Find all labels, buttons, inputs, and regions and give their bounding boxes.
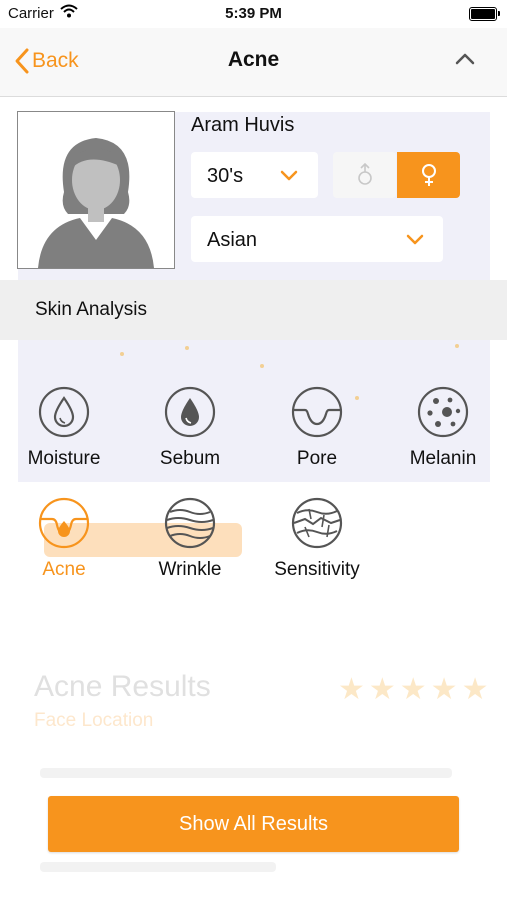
analysis-item-label: Wrinkle xyxy=(158,559,222,580)
show-all-results-button[interactable]: Show All Results xyxy=(48,796,459,852)
skin-analysis-title: Skin Analysis xyxy=(35,299,147,320)
pore-icon xyxy=(291,386,343,438)
acne-icon xyxy=(38,497,90,549)
analysis-item-moisture[interactable]: Moisture xyxy=(4,386,124,486)
background-results-subtitle: Face Location xyxy=(34,710,154,731)
female-toggle[interactable] xyxy=(397,152,460,198)
ethnicity-dropdown[interactable]: Asian xyxy=(191,216,443,262)
chevron-down-icon xyxy=(406,234,424,245)
ethnicity-value: Asian xyxy=(207,229,258,251)
background-rating-stars: ★★★★★ xyxy=(338,673,493,706)
person-silhouette-icon xyxy=(38,138,154,268)
wrinkle-icon xyxy=(164,497,216,549)
age-dropdown[interactable]: 30's xyxy=(191,152,318,198)
analysis-item-label: Acne xyxy=(42,559,86,580)
page-title: Acne xyxy=(227,48,280,71)
sparkle-dot xyxy=(455,344,459,348)
analysis-item-pore[interactable]: Pore xyxy=(257,386,377,486)
male-icon xyxy=(358,163,372,185)
analysis-item-wrinkle[interactable]: Wrinkle xyxy=(130,497,250,597)
analysis-item-label: Moisture xyxy=(27,448,101,469)
analysis-item-label: Melanin xyxy=(409,448,477,469)
status-time: 5:39 PM xyxy=(225,5,282,22)
sparkle-dot xyxy=(120,352,124,356)
male-toggle[interactable] xyxy=(333,152,396,198)
analysis-item-acne[interactable]: Acne xyxy=(4,497,124,597)
user-name: Aram Huvis xyxy=(191,114,295,136)
background-results-title: Acne Results xyxy=(34,670,211,703)
analysis-item-label: Pore xyxy=(296,448,338,469)
status-bar: Carrier 5:39 PM xyxy=(0,0,507,28)
female-icon xyxy=(422,164,436,186)
moisture-icon xyxy=(38,386,90,438)
battery-icon xyxy=(469,7,500,21)
background-text-line xyxy=(40,862,276,872)
skin-analysis-header: Skin Analysis xyxy=(0,280,507,340)
avatar[interactable] xyxy=(17,111,175,269)
analysis-item-sebum[interactable]: Sebum xyxy=(130,386,250,486)
sparkle-dot xyxy=(260,364,264,368)
analysis-item-label: Sebum xyxy=(159,448,221,469)
chevron-up-icon[interactable] xyxy=(453,50,477,66)
sensitivity-icon xyxy=(291,497,343,549)
analysis-item-melanin[interactable]: Melanin xyxy=(383,386,503,486)
chevron-down-icon xyxy=(280,170,298,181)
sebum-icon xyxy=(164,386,216,438)
navigation-bar: Back Acne xyxy=(0,28,507,97)
analysis-item-label: Sensitivity xyxy=(274,559,360,580)
melanin-icon xyxy=(417,386,469,438)
sparkle-dot xyxy=(185,346,189,350)
analysis-item-sensitivity[interactable]: Sensitivity xyxy=(257,497,377,597)
background-text-line xyxy=(40,768,452,778)
age-value: 30's xyxy=(207,165,244,187)
